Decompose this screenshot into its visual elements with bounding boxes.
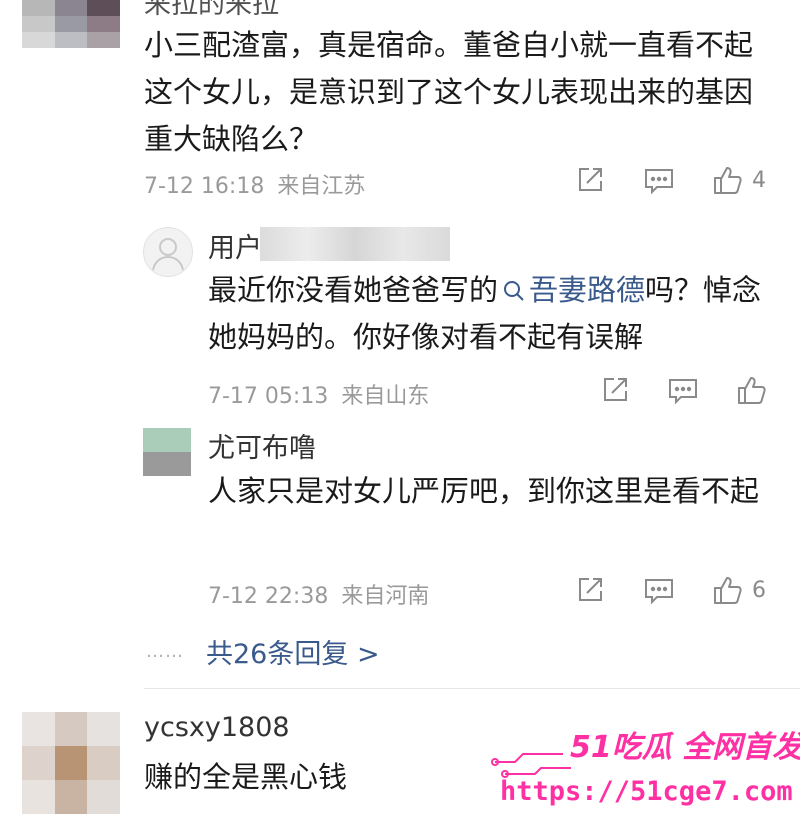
- comment-icon: [645, 579, 673, 605]
- reply-button[interactable]: [644, 577, 674, 605]
- comment-text: 赚的全是黑心钱: [144, 760, 348, 794]
- comment-time: 7-12 16:18: [144, 174, 265, 199]
- share-icon: [579, 578, 602, 601]
- reply-location: 来自河南: [341, 584, 430, 609]
- watermark: 51吃瓜 全网首发 https://51cge7.com: [490, 718, 800, 814]
- default-avatar-icon: [152, 238, 184, 271]
- reply-location: 来自山东: [341, 384, 430, 409]
- share-button[interactable]: [576, 166, 604, 194]
- share-button[interactable]: [601, 376, 629, 404]
- comment-meta: 7-12 16:18 来自江苏: [144, 168, 365, 200]
- like-button[interactable]: 6: [712, 574, 766, 606]
- comment-username[interactable]: 来拉的来拉: [144, 0, 279, 21]
- comment-icon: [669, 379, 697, 405]
- reply-button[interactable]: [668, 377, 698, 405]
- avatar[interactable]: [22, 0, 120, 48]
- reply-button[interactable]: [644, 167, 674, 195]
- share-button[interactable]: [576, 576, 604, 604]
- watermark-brand: 51吃瓜 全网首发: [570, 730, 800, 765]
- like-count: 6: [752, 577, 766, 603]
- like-count: 4: [752, 167, 766, 193]
- search-icon: [504, 281, 524, 301]
- avatar[interactable]: [143, 227, 193, 277]
- reply-time: 7-12 22:38: [208, 584, 329, 609]
- reply-username[interactable]: 用户: [208, 226, 262, 265]
- watermark-url: https://51cge7.com: [500, 776, 793, 807]
- share-icon: [579, 168, 602, 191]
- comment-text: 小三配渣富，真是宿命。董爸自小就一直看不起这个女儿，是意识到了这个女儿表现出来的…: [144, 28, 754, 156]
- like-button[interactable]: [736, 374, 776, 406]
- divider: [144, 688, 800, 689]
- thumbs-up-icon: [714, 167, 742, 194]
- reply-text: 最近你没看她爸爸写的 吾妻路德吗？悼念她妈妈的。你好像对看不起有误解: [208, 267, 768, 361]
- comment-icon: [645, 169, 673, 195]
- more-replies-link[interactable]: 共26条回复 >: [206, 632, 380, 671]
- reply-username[interactable]: 尤可布噜: [208, 426, 316, 465]
- share-icon: [604, 378, 627, 401]
- more-replies-dots: ……: [146, 641, 184, 662]
- reply-text: 人家只是对女儿严厉吧，到你这里是看不起: [208, 474, 760, 508]
- username-redacted: [260, 227, 450, 261]
- more-replies-row[interactable]: …… 共26条回复 >: [146, 632, 380, 671]
- like-button[interactable]: 4: [712, 164, 766, 196]
- thumbs-up-icon: [714, 577, 742, 604]
- avatar[interactable]: [22, 712, 120, 814]
- avatar[interactable]: [143, 428, 191, 476]
- avatar-bottom: [143, 452, 191, 476]
- reply-meta: 7-12 22:38 来自河南: [208, 578, 429, 610]
- comment-location: 来自江苏: [277, 174, 366, 199]
- comment-username[interactable]: ycsxy1808: [144, 712, 290, 743]
- avatar-top: [143, 428, 191, 452]
- reply-time: 7-17 05:13: [208, 384, 329, 409]
- thumbs-up-icon: [738, 377, 766, 404]
- reply-text-before: 最近你没看她爸爸写的: [208, 273, 499, 307]
- topic-link[interactable]: 吾妻路德: [498, 273, 645, 307]
- topic-label: 吾妻路德: [529, 273, 646, 307]
- reply-meta: 7-17 05:13 来自山东: [208, 378, 429, 410]
